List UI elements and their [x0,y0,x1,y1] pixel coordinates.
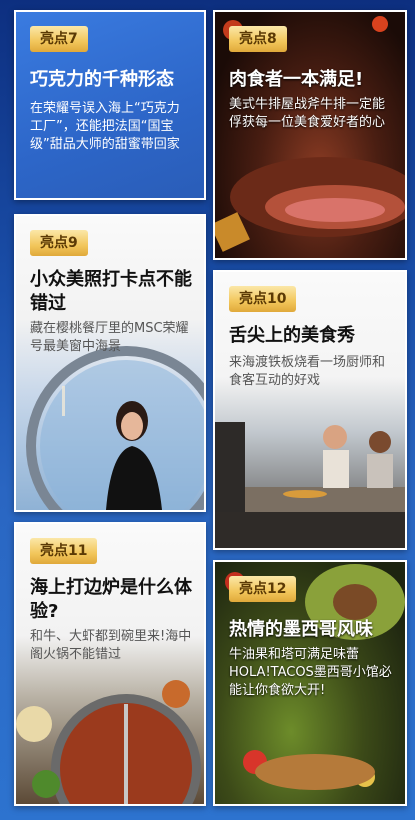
card-title: 舌尖上的美食秀 [229,325,355,346]
highlight-badge: 亮点8 [229,26,287,52]
highlight-card-12[interactable]: 亮点12 热情的墨西哥风味 牛油果和塔可满足味蕾HOLA!TACOS墨西哥小馆必… [213,560,407,806]
highlight-badge: 亮点9 [30,230,88,256]
teppanyaki-photo [215,422,405,548]
highlight-card-11[interactable]: 亮点11 海上打边炉是什么体验? 和牛、大虾都到碗里来!海中阁火锅不能错过 [14,522,206,806]
card-description: 牛油果和塔可满足味蕾HOLA!TACOS墨西哥小馆必能让你食欲大开! [229,647,392,698]
card-description: 和牛、大虾都到碗里来!海中阁火锅不能错过 [30,629,192,662]
highlight-badge: 亮点10 [229,286,297,312]
highlight-card-9[interactable]: 亮点9 小众美照打卡点不能错过 藏在樱桃餐厅里的MSC荣耀号最美窗中海景 [14,214,206,512]
card-title: 热情的墨西哥风味 [229,619,373,640]
card-title: 小众美照打卡点不能错过 [30,269,192,314]
card-title: 肉食者一本满足! [229,69,364,90]
highlight-card-7[interactable]: 亮点7 巧克力的千种形态 在荣耀号误入海上“巧克力工厂”，还能把法国“国宝级”甜… [14,10,206,200]
card-description: 藏在樱桃餐厅里的MSC荣耀号最美窗中海景 [30,321,189,354]
card-title: 海上打边炉是什么体验? [30,577,192,622]
hotpot-photo [16,680,201,804]
card-description: 美式牛排屋战斧牛排一定能俘获每一位美食爱好者的心 [229,97,386,130]
highlight-badge: 亮点11 [30,538,98,564]
card-title: 巧克力的千种形态 [30,69,174,90]
card-description: 在荣耀号误入海上“巧克力工厂”，还能把法国“国宝级”甜品大师的甜蜜带回家 [30,101,180,152]
highlight-card-8[interactable]: 亮点8 肉食者一本满足! 美式牛排屋战斧牛排一定能俘获每一位美食爱好者的心 [213,10,407,260]
ocean-window-photo [26,346,204,510]
card-description: 来海渡铁板烧看一场厨师和食客互动的好戏 [229,355,386,388]
highlight-badge: 亮点12 [229,576,297,602]
highlight-badge: 亮点7 [30,26,88,52]
highlight-card-10[interactable]: 亮点10 舌尖上的美食秀 来海渡铁板烧看一场厨师和食客互动的好戏 [213,270,407,550]
